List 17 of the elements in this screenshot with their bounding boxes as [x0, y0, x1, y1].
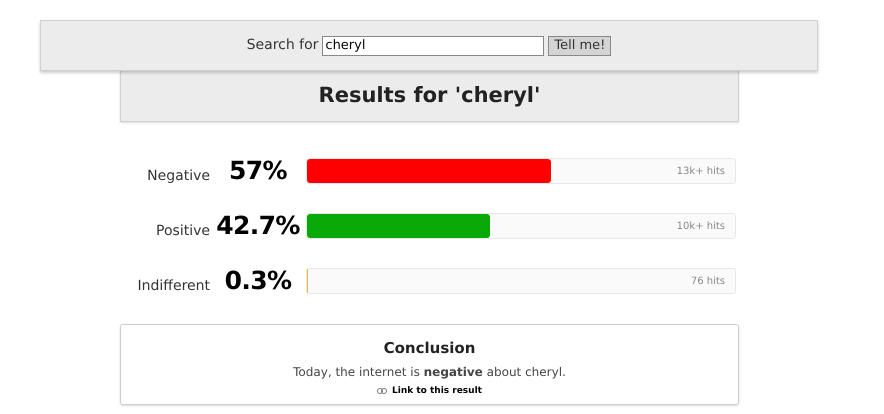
hit-count: 10k+ hits [676, 220, 725, 234]
conclusion-title: Conclusion [384, 338, 476, 359]
sentiment-percent: 0.3% [224, 265, 292, 298]
sentiment-label: Negative [146, 166, 210, 186]
result-link[interactable]: Link to this result [377, 384, 482, 398]
tell-me-button[interactable]: Tell me! [548, 36, 612, 56]
search-label: Search for [246, 36, 318, 55]
hit-count: 76 hits [690, 275, 725, 289]
link-icon [377, 388, 388, 394]
sentiment-percent: 42.7% [215, 210, 301, 242]
results-title: Results for 'cheryl' [318, 82, 540, 110]
hit-count: 13k+ hits [676, 165, 725, 179]
sentiment-label: Indifferent [136, 276, 210, 296]
conclusion-text: Today, the internet is negative about cheryl. [293, 364, 566, 380]
search-field[interactable]: cheryl [322, 36, 544, 56]
sentiment-label: Positive [155, 222, 210, 240]
sentiment-percent: 57% [228, 155, 288, 188]
